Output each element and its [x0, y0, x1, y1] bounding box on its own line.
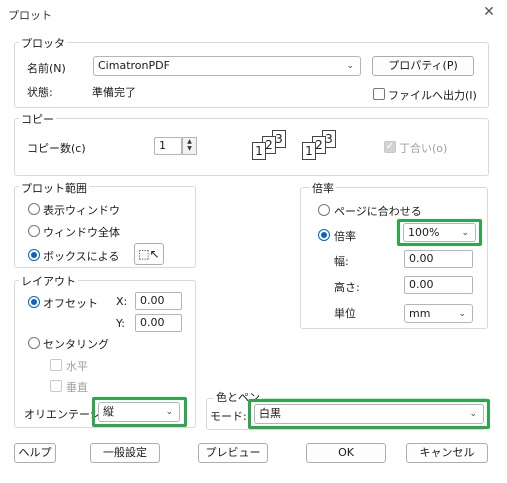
- print-to-file-checkbox[interactable]: [373, 88, 385, 100]
- collate-pages-icon: 3 2 1: [246, 128, 290, 164]
- spin-up-icon[interactable]: ▲: [183, 138, 196, 145]
- offset-label[interactable]: オフセット: [43, 295, 98, 311]
- horizontal-checkbox[interactable]: [50, 359, 62, 371]
- display-window-radio[interactable]: [28, 203, 40, 215]
- copy-count-label: コピー数(c): [27, 142, 86, 155]
- orientation-select[interactable]: 縦 ⌄: [98, 402, 180, 422]
- print-to-file-label[interactable]: ファイルへ出力(I): [388, 87, 477, 103]
- offset-radio[interactable]: [28, 296, 40, 308]
- mode-select[interactable]: 白黒 ⌄: [254, 404, 484, 424]
- mode-label: モード:: [210, 410, 247, 423]
- unit-label: 単位: [334, 307, 356, 320]
- chevron-down-icon: ⌄: [346, 61, 354, 71]
- scale-radio[interactable]: [318, 229, 330, 241]
- scale-group-label: 倍率: [310, 180, 336, 196]
- chevron-down-icon: ⌄: [461, 228, 469, 238]
- help-button[interactable]: ヘルプ: [14, 443, 56, 463]
- cancel-button[interactable]: キャンセル: [406, 443, 488, 463]
- close-icon[interactable]: ✕: [480, 3, 498, 21]
- width-input[interactable]: 0.00: [404, 250, 473, 268]
- copies-group-label: コピー: [19, 111, 56, 127]
- scale-select[interactable]: 100% ⌄: [403, 223, 476, 242]
- general-settings-button[interactable]: 一般設定: [90, 443, 160, 463]
- copy-count-spinner[interactable]: ▲ ▼: [182, 137, 197, 155]
- whole-window-label[interactable]: ウィンドウ全体: [43, 224, 120, 240]
- collate-checkbox[interactable]: ✓: [384, 141, 396, 153]
- mode-value: 白黒: [259, 407, 281, 420]
- fit-page-radio[interactable]: [318, 204, 330, 216]
- status-label: 状態:: [27, 86, 53, 99]
- by-box-label[interactable]: ボックスによる: [43, 248, 119, 264]
- chevron-down-icon: ⌄: [458, 309, 466, 319]
- centering-radio[interactable]: [28, 337, 40, 349]
- vertical-label[interactable]: 垂直: [66, 379, 88, 395]
- copy-count-input[interactable]: 1: [154, 137, 182, 155]
- plotter-group-label: プロッタ: [19, 35, 67, 51]
- spin-down-icon[interactable]: ▼: [183, 145, 196, 152]
- height-input[interactable]: 0.00: [404, 276, 473, 294]
- pick-box-button[interactable]: ⬚↖: [134, 243, 164, 265]
- page-1: 1: [302, 142, 316, 160]
- horizontal-label[interactable]: 水平: [66, 358, 88, 374]
- by-box-radio[interactable]: [28, 249, 40, 261]
- plot-area-group-label: プロット範囲: [19, 180, 89, 196]
- orientation-value: 縦: [103, 405, 114, 418]
- x-label: X:: [116, 295, 128, 308]
- x-offset-input[interactable]: 0.00: [135, 292, 182, 310]
- preview-button[interactable]: プレビュー: [198, 443, 268, 463]
- layout-group-label: レイアウト: [19, 273, 78, 289]
- unit-value: mm: [409, 307, 431, 320]
- width-label: 幅:: [334, 255, 349, 268]
- scale-label[interactable]: 倍率: [334, 228, 356, 244]
- window-title: プロット: [8, 9, 52, 22]
- display-window-label[interactable]: 表示ウィンドウ: [43, 202, 120, 218]
- fit-page-label[interactable]: ページに合わせる: [334, 203, 422, 219]
- page-1: 1: [252, 142, 266, 160]
- uncollate-pages-icon: 3 2 1: [300, 128, 344, 164]
- chevron-down-icon: ⌄: [165, 407, 173, 417]
- status-value: 準備完了: [92, 86, 136, 99]
- y-label: Y:: [116, 317, 125, 330]
- whole-window-radio[interactable]: [28, 225, 40, 237]
- chevron-down-icon: ⌄: [469, 409, 477, 419]
- unit-select[interactable]: mm ⌄: [404, 304, 473, 323]
- vertical-checkbox[interactable]: [50, 380, 62, 392]
- plotter-name-label: 名前(N): [27, 62, 66, 75]
- ok-button[interactable]: OK: [306, 443, 386, 463]
- cursor-pick-icon: ⬚↖: [138, 247, 160, 261]
- height-label: 高さ:: [334, 281, 360, 294]
- plotter-name-select[interactable]: CimatronPDF ⌄: [93, 56, 361, 76]
- plotter-name-value: CimatronPDF: [98, 59, 170, 72]
- scale-value: 100%: [408, 226, 440, 239]
- collate-label[interactable]: 丁合い(o): [399, 140, 447, 156]
- properties-button[interactable]: プロパティ(P): [372, 56, 474, 76]
- y-offset-input[interactable]: 0.00: [135, 314, 182, 332]
- centering-label[interactable]: センタリング: [43, 336, 109, 352]
